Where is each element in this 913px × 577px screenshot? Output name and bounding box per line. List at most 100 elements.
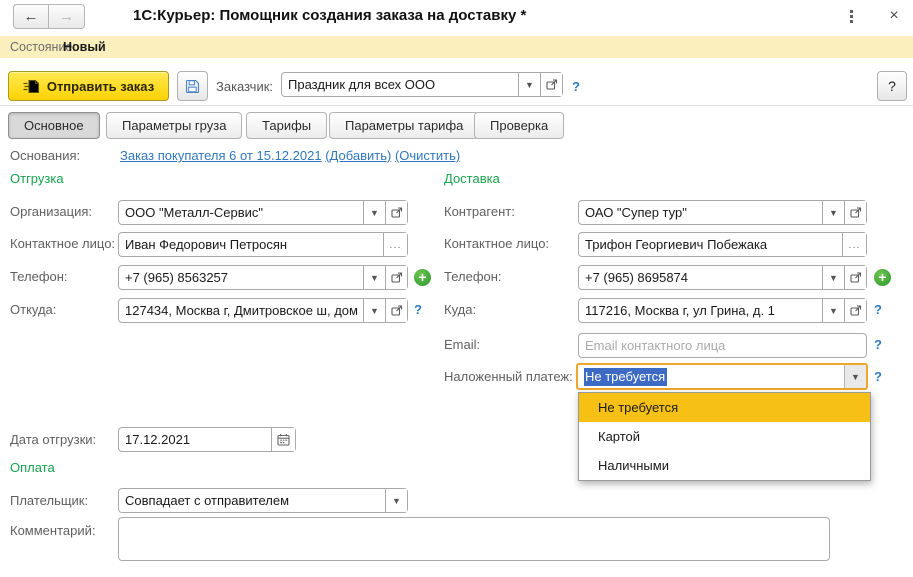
cod-option-card[interactable]: Картой [579,422,870,451]
cod-combobox[interactable]: Не требуется ▼ [576,363,868,390]
shipping-date-calendar-button[interactable] [271,428,295,451]
basis-links: Заказ покупателя 6 от 15.12.2021 (Добави… [120,148,460,163]
shipper-phone-value[interactable]: +7 (965) 8563257 [119,266,363,289]
tab-tariff-params[interactable]: Параметры тарифа [329,112,479,139]
shipper-contact-field[interactable]: Иван Федорович Петросян ... [118,232,408,257]
customer-dropdown-button[interactable]: ▼ [518,73,540,96]
customer-open-button[interactable] [540,73,562,96]
cod-dropdown-list: Не требуется Картой Наличными [578,392,871,481]
cod-value[interactable]: Не требуется [578,365,844,388]
customer-help-icon[interactable]: ? [572,79,580,94]
tab-check[interactable]: Проверка [474,112,564,139]
delivery-section-title: Доставка [444,171,500,186]
recipient-phone-value[interactable]: +7 (965) 8695874 [579,266,822,289]
shipper-phone-label: Телефон: [10,269,68,284]
shipper-phone-dropdown-button[interactable]: ▼ [363,266,385,289]
chevron-down-icon: ▼ [370,306,379,316]
help-button[interactable]: ? [877,71,907,101]
kebab-icon [850,10,853,13]
counterparty-combobox[interactable]: ОАО "Супер тур" ▼ [578,200,867,225]
chevron-down-icon: ▼ [851,372,860,382]
basis-document-link[interactable]: Заказ покупателя 6 от 15.12.2021 [120,148,322,163]
shipper-add-phone-button[interactable]: + [414,269,431,286]
recipient-add-phone-button[interactable]: + [874,269,891,286]
payer-combobox[interactable]: Совпадает с отправителем ▼ [118,488,408,513]
tab-tariffs[interactable]: Тарифы [246,112,327,139]
counterparty-dropdown-button[interactable]: ▼ [822,201,844,224]
open-form-icon [850,305,862,316]
from-address-dropdown-button[interactable]: ▼ [363,299,385,322]
cod-help-icon[interactable]: ? [874,369,882,384]
close-button[interactable]: × [884,5,904,27]
from-address-value[interactable]: 127434, Москва г, Дмитровское ш, дом [119,299,363,322]
send-document-icon [23,79,40,94]
shipper-phone-combobox[interactable]: +7 (965) 8563257 ▼ [118,265,408,290]
payer-value[interactable]: Совпадает с отправителем [119,489,385,512]
ellipsis-icon: ... [848,239,860,251]
chevron-down-icon: ▼ [370,273,379,283]
forward-button[interactable]: → [49,4,85,29]
title-bar: ← → 1С:Курьер: Помощник создания заказа … [0,0,913,36]
email-input[interactable] [579,334,866,357]
shipping-date-value[interactable]: 17.12.2021 [119,428,271,451]
basis-add-link[interactable]: (Добавить) [325,148,391,163]
status-value: Новый [63,40,106,54]
status-bar: Состояние: Новый [0,36,913,58]
counterparty-open-button[interactable] [844,201,866,224]
open-form-icon [850,207,862,218]
from-address-open-button[interactable] [385,299,407,322]
cod-dropdown-button[interactable]: ▼ [844,365,866,388]
organization-value[interactable]: ООО "Металл-Сервис" [119,201,363,224]
recipient-contact-choose-button[interactable]: ... [842,233,866,256]
window-title: 1С:Курьер: Помощник создания заказа на д… [133,7,526,24]
chevron-down-icon: ▼ [829,273,838,283]
recipient-contact-value[interactable]: Трифон Георгиевич Побежака [579,233,842,256]
chevron-down-icon: ▼ [829,306,838,316]
cod-option-cash[interactable]: Наличными [579,451,870,480]
recipient-contact-field[interactable]: Трифон Георгиевич Побежака ... [578,232,867,257]
recipient-phone-combobox[interactable]: +7 (965) 8695874 ▼ [578,265,867,290]
counterparty-value[interactable]: ОАО "Супер тур" [579,201,822,224]
tab-label: Основное [24,118,84,133]
open-form-icon [546,79,558,90]
customer-combobox[interactable]: Праздник для всех ООО ▼ [281,72,563,97]
organization-open-button[interactable] [385,201,407,224]
email-help-icon[interactable]: ? [874,337,882,352]
to-address-open-button[interactable] [844,299,866,322]
recipient-phone-open-button[interactable] [844,266,866,289]
customer-value[interactable]: Праздник для всех ООО [282,73,518,96]
from-address-help-icon[interactable]: ? [414,302,422,317]
to-address-value[interactable]: 117216, Москва г, ул Грина, д. 1 [579,299,822,322]
to-address-dropdown-button[interactable]: ▼ [822,299,844,322]
send-order-button[interactable]: Отправить заказ [8,71,169,101]
customer-label: Заказчик: [216,79,273,94]
cod-option-not-required[interactable]: Не требуется [579,393,870,422]
shipper-phone-open-button[interactable] [385,266,407,289]
tab-label: Параметры груза [122,118,226,133]
back-button[interactable]: ← [13,4,49,29]
tab-main[interactable]: Основное [8,112,100,139]
to-address-combobox[interactable]: 117216, Москва г, ул Грина, д. 1 ▼ [578,298,867,323]
basis-clear-link[interactable]: (Очистить) [395,148,460,163]
save-button[interactable] [177,71,208,101]
close-icon: × [889,7,898,24]
comment-textarea[interactable] [118,517,830,561]
shipper-contact-value[interactable]: Иван Федорович Петросян [119,233,383,256]
email-label: Email: [444,337,480,352]
order-assistant-window: ← → 1С:Курьер: Помощник создания заказа … [0,0,913,577]
open-form-icon [391,272,403,283]
shipper-contact-choose-button[interactable]: ... [383,233,407,256]
chevron-down-icon: ▼ [392,496,401,506]
more-menu-button[interactable] [845,9,859,25]
organization-dropdown-button[interactable]: ▼ [363,201,385,224]
chevron-down-icon: ▼ [829,208,838,218]
to-address-help-icon[interactable]: ? [874,302,882,317]
organization-combobox[interactable]: ООО "Металл-Сервис" ▼ [118,200,408,225]
tab-label: Параметры тарифа [345,118,463,133]
recipient-phone-dropdown-button[interactable]: ▼ [822,266,844,289]
from-address-combobox[interactable]: 127434, Москва г, Дмитровское ш, дом ▼ [118,298,408,323]
shipping-date-field[interactable]: 17.12.2021 [118,427,296,452]
nav-history-group: ← → [13,4,85,29]
tab-cargo-params[interactable]: Параметры груза [106,112,242,139]
payer-dropdown-button[interactable]: ▼ [385,489,407,512]
